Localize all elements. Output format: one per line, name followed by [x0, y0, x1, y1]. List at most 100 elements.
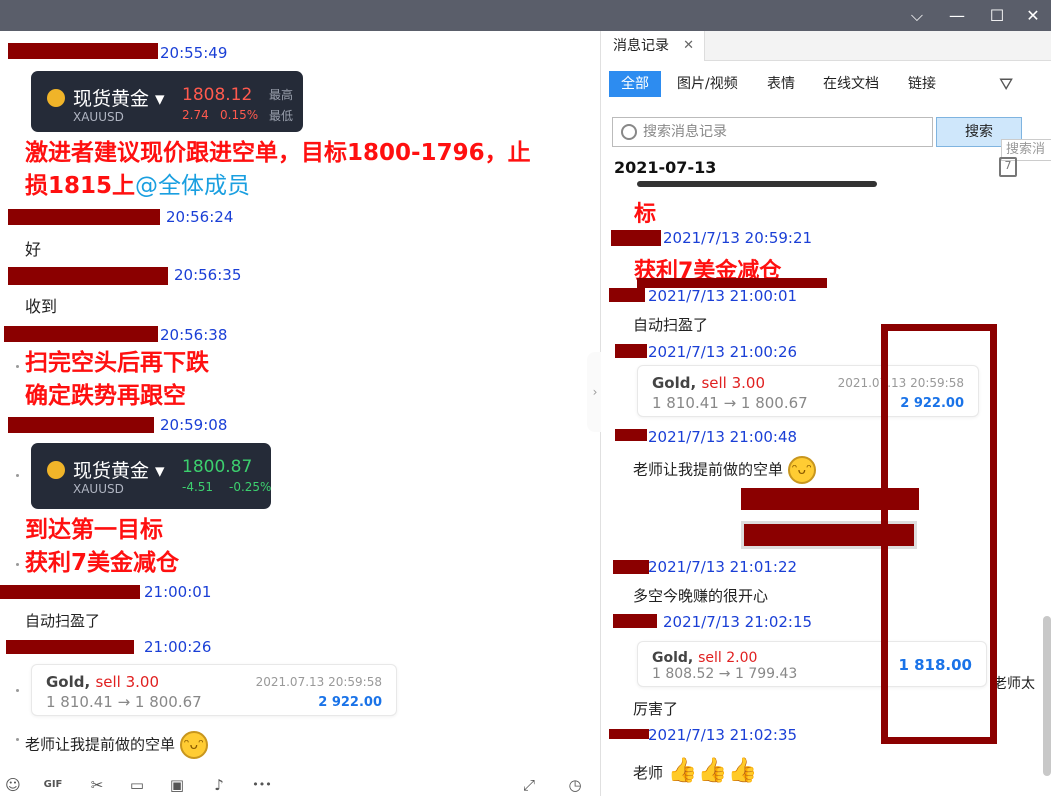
message-text: 自动扫盈了	[25, 612, 101, 630]
message-time: 20:56:35	[174, 266, 242, 284]
target-text: 到达第一目标 获利7美金减仓	[25, 517, 180, 576]
message-time: 20:56:38	[160, 326, 228, 344]
trade-prices: 1 808.52 → 1 799.43	[652, 666, 798, 682]
search-input[interactable]	[643, 122, 923, 142]
message-time: 2021/7/13 21:00:01	[648, 287, 798, 305]
redacted-name	[615, 344, 647, 358]
filter-tab-links[interactable]: 链接	[896, 71, 948, 97]
message-time: 21:00:01	[144, 583, 212, 601]
message-text: 多空今晚赚的很开心	[633, 587, 769, 605]
filter-icon[interactable]: ⛛	[999, 75, 1013, 95]
message-text: 老师太	[993, 676, 1035, 692]
redacted-block	[741, 521, 917, 549]
message-time: 20:55:49	[160, 44, 228, 62]
redacted-name	[609, 729, 649, 739]
quote-percent: 0.15%	[220, 108, 259, 122]
message-time: 2021/7/13 21:02:15	[663, 613, 813, 631]
filter-tab-emoji[interactable]: 表情	[755, 71, 807, 97]
trade-symbol: Gold, sell 2.00	[652, 650, 758, 666]
gif-icon[interactable]: GIF	[42, 774, 64, 796]
trade-profit: 2 922.00	[900, 396, 964, 411]
message-time: 20:56:24	[166, 208, 234, 226]
bullet-dot	[16, 563, 19, 566]
mention-all: @全体成员	[135, 173, 251, 199]
gold-icon	[47, 461, 65, 479]
message-time: 21:00:26	[144, 638, 212, 656]
bullet-dot	[16, 474, 19, 477]
thumbs-up-icon: 👍👍👍	[667, 756, 758, 784]
filter-tab-docs[interactable]: 在线文档	[811, 71, 891, 97]
trade-profit: 1 818.00	[898, 656, 972, 674]
analysis-text: 扫完空头后再下跌 确定跌势再跟空	[25, 350, 209, 409]
bullet-dot	[16, 738, 19, 741]
close-button[interactable]: ✕	[1013, 0, 1051, 31]
date-header: 2021-07-13	[614, 158, 717, 177]
minimize-button[interactable]: —	[937, 0, 977, 31]
maximize-button[interactable]: ☐	[977, 0, 1017, 31]
quote-low-label: 最低	[269, 109, 294, 123]
quote-card[interactable]: 现货黄金 ▾ XAUUSD 1808.12 2.74 0.15% 最高 最低	[31, 71, 303, 132]
trade-date: 2021.07.13 20:59:58	[255, 675, 382, 689]
more-icon[interactable]: •••	[246, 774, 278, 796]
message-text: 收到	[25, 297, 58, 316]
history-icon[interactable]: ◷	[564, 774, 586, 796]
emoji-icon[interactable]: ☺	[2, 774, 24, 796]
folder-icon[interactable]: ▭	[126, 774, 148, 796]
message-text: 标	[634, 202, 657, 227]
message-time: 2021/7/13 21:02:35	[648, 726, 798, 744]
quote-name: 现货黄金 ▾	[73, 88, 165, 110]
trade-card[interactable]: Gold, sell 3.00 1 810.41 → 1 800.67 2021…	[31, 664, 397, 716]
message-text: 老师让我提前做的空单 ᵔᴗᵔ	[633, 456, 816, 484]
filter-tab-all[interactable]: 全部	[609, 71, 661, 97]
trade-card[interactable]: Gold, sell 2.00 1 808.52 → 1 799.43 1 81…	[637, 641, 987, 687]
message-text: 自动扫盈了	[633, 316, 709, 334]
chevron-down-icon[interactable]: ⌵	[897, 0, 937, 31]
grin-emoji-icon: ᵔᴗᵔ	[179, 731, 208, 759]
close-icon[interactable]: ✕	[683, 31, 694, 61]
quote-change: 2.74	[182, 108, 209, 122]
trade-symbol: Gold, sell 3.00	[46, 673, 159, 691]
scissors-icon[interactable]: ✂	[86, 774, 108, 796]
history-panel: 消息记录 ✕ 全部 图片/视频 表情 在线文档 链接 ⛛ 搜索 搜索消 2021…	[601, 31, 1051, 796]
announcement-text: 激进者建议现价跟进空单，目标1800-1796，止 损1815上@全体成员	[25, 140, 531, 199]
redacted-name	[615, 429, 647, 441]
redacted-name	[4, 326, 158, 342]
quote-card[interactable]: 现货黄金 ▾ XAUUSD 1800.87 -4.51 -0.25%	[31, 443, 271, 509]
title-bar: ⌵ — ☐ ✕	[0, 0, 1051, 31]
message-text: 好	[25, 240, 42, 259]
redacted-name	[8, 209, 160, 225]
message-time: 2021/7/13 21:01:22	[648, 558, 798, 576]
bell-icon[interactable]: ♪	[208, 774, 230, 796]
chat-panel: 20:55:49 现货黄金 ▾ XAUUSD 1808.12 2.74 0.15…	[0, 31, 601, 796]
message-time: 20:59:08	[160, 416, 228, 434]
redacted-name	[0, 585, 140, 599]
redacted-name	[8, 43, 158, 59]
history-tab-bar: 消息记录 ✕	[601, 31, 1051, 61]
message-text: 老师让我提前做的空单 ᵔᴗᵔ	[25, 731, 208, 759]
tab-message-history[interactable]: 消息记录 ✕	[601, 31, 705, 61]
quote-name: 现货黄金 ▾	[73, 460, 165, 482]
message-text: 厉害了	[633, 700, 679, 718]
gold-icon	[47, 89, 65, 107]
trade-symbol: Gold, sell 3.00	[652, 374, 765, 392]
message-time: 2021/7/13 21:00:26	[648, 343, 798, 361]
image-icon[interactable]: ▣	[166, 774, 188, 796]
calendar-icon[interactable]: 7	[999, 157, 1017, 177]
redacted-name	[609, 288, 645, 302]
quote-high-label: 最高	[269, 88, 294, 102]
quote-code: XAUUSD	[73, 482, 124, 496]
redacted-name	[613, 614, 657, 628]
quote-code: XAUUSD	[73, 110, 124, 124]
redacted-name	[8, 267, 168, 285]
cut-off-card	[637, 181, 877, 187]
quote-price: 1808.12	[182, 85, 253, 105]
trade-card[interactable]: Gold, sell 3.00 1 810.41 → 1 800.67 2021…	[637, 365, 979, 417]
input-toolbar: ☺ GIF ✂ ▭ ▣ ♪ ••• ⤢ ◷	[0, 771, 600, 796]
expand-icon[interactable]: ⤢	[518, 774, 540, 796]
quote-price: 1800.87	[182, 457, 253, 477]
search-icon	[621, 124, 637, 140]
redacted-block	[741, 488, 919, 510]
scrollbar[interactable]	[1043, 616, 1051, 776]
filter-tab-media[interactable]: 图片/视频	[665, 71, 750, 97]
search-box	[612, 117, 933, 147]
